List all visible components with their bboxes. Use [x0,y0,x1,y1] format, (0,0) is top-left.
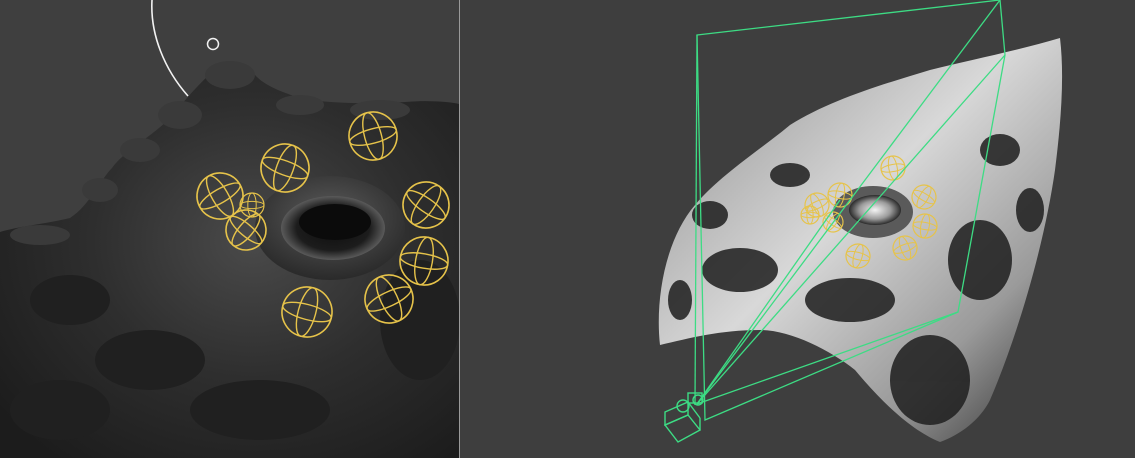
viewport-left-canvas[interactable] [0,0,459,458]
app-window [0,0,1135,458]
light-target-icon[interactable] [206,37,220,51]
viewport-left[interactable] [0,0,459,458]
light-arc[interactable] [151,0,189,97]
viewport-right-canvas[interactable] [460,0,1135,458]
camera-object[interactable] [663,392,704,443]
crater-depth [299,204,371,240]
terrain-crater-hole [849,195,901,225]
viewport-right[interactable] [460,0,1135,458]
